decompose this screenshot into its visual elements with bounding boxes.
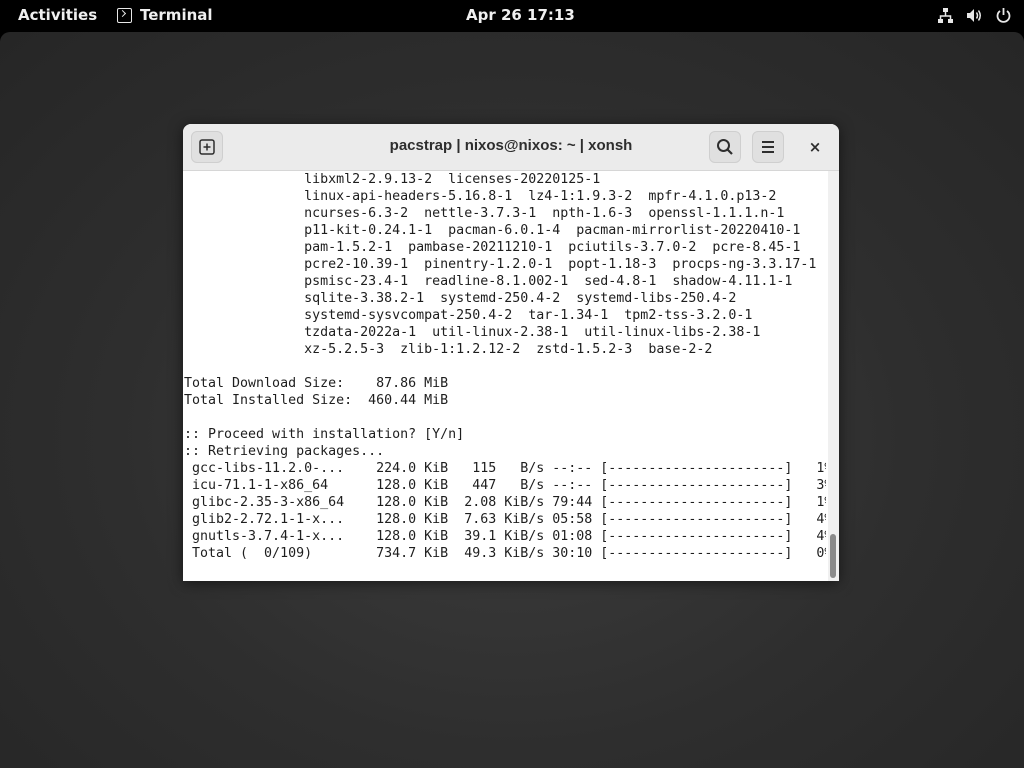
top-bar: Activities Terminal Apr 26 17:13 [0, 0, 1024, 32]
terminal-line: xz-5.2.5-3 zlib-1:1.2.12-2 zstd-1.5.2-3 … [184, 342, 713, 357]
system-tray[interactable] [937, 7, 1012, 24]
terminal-line: pcre2-10.39-1 pinentry-1.2.0-1 popt-1.18… [184, 257, 817, 272]
terminal-line: libxml2-2.9.13-2 licenses-20220125-1 [184, 172, 601, 187]
close-icon: × [808, 138, 822, 156]
volume-icon [967, 9, 981, 22]
terminal-line: glibc-2.35-3-x86_64 128.0 KiB 2.08 KiB/s… [184, 495, 826, 510]
search-button[interactable] [709, 131, 741, 163]
terminal-output[interactable]: libxml2-2.9.13-2 licenses-20220125-1 lin… [183, 171, 826, 581]
scrollbar[interactable] [828, 171, 839, 581]
terminal-line: icu-71.1-1-x86_64 128.0 KiB 447 B/s --:-… [184, 478, 826, 493]
power-icon [996, 8, 1011, 23]
terminal-line: glib2-2.72.1-1-x... 128.0 KiB 7.63 KiB/s… [184, 512, 826, 527]
terminal-line: linux-api-headers-5.16.8-1 lz4-1:1.9.3-2… [184, 189, 777, 204]
activities-button[interactable]: Activities [18, 6, 97, 24]
terminal-line: psmisc-23.4-1 readline-8.1.002-1 sed-4.8… [184, 274, 793, 289]
menu-button[interactable] [752, 131, 784, 163]
terminal-line: gcc-libs-11.2.0-... 224.0 KiB 115 B/s --… [184, 461, 826, 476]
network-icon [938, 8, 953, 23]
terminal-window[interactable]: pacstrap | nixos@nixos: ~ | xonsh × libx… [183, 124, 839, 581]
hamburger-menu-icon [762, 141, 774, 153]
terminal-icon [117, 7, 132, 23]
terminal-line: Total Download Size: 87.86 MiB [184, 376, 449, 391]
terminal-line: systemd-sysvcompat-250.4-2 tar-1.34-1 tp… [184, 308, 753, 323]
terminal-line: :: Retrieving packages... [184, 444, 385, 459]
scrollbar-thumb[interactable] [830, 534, 836, 578]
terminal-line: :: Proceed with installation? [Y/n] [184, 427, 465, 442]
terminal-line: p11-kit-0.24.1-1 pacman-6.0.1-4 pacman-m… [184, 223, 801, 238]
terminal-line: Total Installed Size: 460.44 MiB [184, 393, 449, 408]
terminal-line: gnutls-3.7.4-1-x... 128.0 KiB 39.1 KiB/s… [184, 529, 826, 544]
terminal-line: ncurses-6.3-2 nettle-3.7.3-1 npth-1.6-3 … [184, 206, 785, 221]
close-button[interactable]: × [803, 135, 827, 159]
terminal-line: pam-1.5.2-1 pambase-20211210-1 pciutils-… [184, 240, 801, 255]
terminal-line: tzdata-2022a-1 util-linux-2.38-1 util-li… [184, 325, 761, 340]
header-bar[interactable]: pacstrap | nixos@nixos: ~ | xonsh × [183, 124, 839, 171]
clock[interactable]: Apr 26 17:13 [466, 6, 575, 24]
search-icon [717, 139, 733, 155]
app-menu[interactable]: Terminal [117, 6, 213, 24]
terminal-line: sqlite-3.38.2-1 systemd-250.4-2 systemd-… [184, 291, 737, 306]
app-menu-label: Terminal [140, 6, 213, 24]
terminal-line: Total ( 0/109) 734.7 KiB 49.3 KiB/s 30:1… [184, 546, 826, 561]
